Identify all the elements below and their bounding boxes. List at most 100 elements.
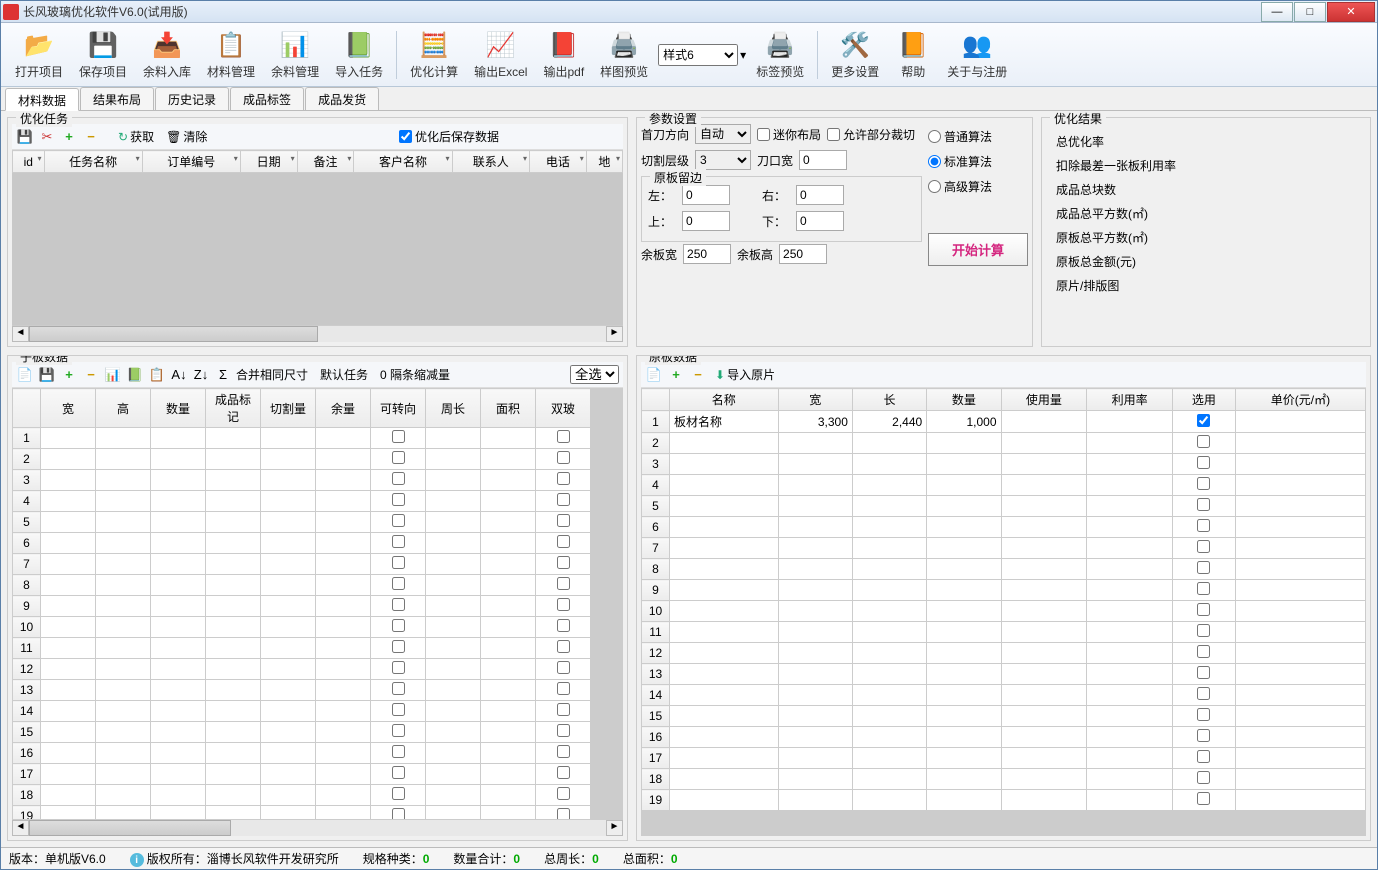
col-header[interactable]: 高 (96, 389, 151, 428)
col-header[interactable]: 日期▾ (240, 151, 297, 173)
table-row[interactable]: 17 (13, 764, 591, 785)
margin-top-input[interactable] (682, 211, 730, 231)
first-cut-select[interactable]: 自动 (695, 124, 751, 144)
table-row[interactable]: 12 (13, 659, 591, 680)
add-icon[interactable]: + (667, 366, 685, 384)
table-row[interactable]: 7 (13, 554, 591, 575)
orig-grid[interactable]: 名称宽长数量使用量利用率选用单价(元/㎡)1板材名称3,3002,4401,00… (641, 388, 1366, 811)
kerf-input[interactable] (799, 150, 847, 170)
tab-3[interactable]: 成品标签 (230, 87, 304, 110)
margin-left-input[interactable] (682, 185, 730, 205)
col-header[interactable]: 长 (852, 389, 926, 411)
sub-hscrollbar[interactable]: ◄► (12, 819, 623, 836)
close-button[interactable]: ✕ (1327, 2, 1375, 22)
table-row[interactable]: 13 (13, 680, 591, 701)
fetch-button[interactable]: ↻获取 (114, 128, 158, 145)
scrap-in-button[interactable]: 📥余料入库 (137, 27, 197, 82)
algo-standard-radio[interactable]: 标准算法 (928, 153, 1028, 170)
table-row[interactable]: 10 (13, 617, 591, 638)
table-row[interactable]: 1 (13, 428, 591, 449)
algo-advanced-radio[interactable]: 高级算法 (928, 178, 1028, 195)
col-header[interactable]: 利用率 (1087, 389, 1173, 411)
table-row[interactable]: 8 (13, 575, 591, 596)
col-header[interactable]: 任务名称▾ (44, 151, 142, 173)
col-header[interactable]: 联系人▾ (452, 151, 529, 173)
col-header[interactable]: 周长 (426, 389, 481, 428)
preview-label-button[interactable]: 🖨️标签预览 (750, 27, 810, 82)
table-row[interactable]: 6 (13, 533, 591, 554)
cut-levels-select[interactable]: 3 (695, 150, 751, 170)
scrap-manage-button[interactable]: 📊余料管理 (265, 27, 325, 82)
sub-grid[interactable]: 宽高数量成品标记切割量余量可转向周长面积双玻123456789101112131… (12, 388, 591, 819)
tab-4[interactable]: 成品发货 (305, 87, 379, 110)
tab-1[interactable]: 结果布局 (80, 87, 154, 110)
col-header[interactable]: 可转向 (371, 389, 426, 428)
export-pdf-button[interactable]: 📕输出pdf (537, 27, 590, 82)
add-icon[interactable]: + (60, 128, 78, 146)
table-row[interactable]: 15 (642, 706, 1366, 727)
table-row[interactable]: 16 (13, 743, 591, 764)
add-icon[interactable]: + (60, 366, 78, 384)
table-row[interactable]: 9 (642, 580, 1366, 601)
col-header[interactable]: 客户名称▾ (354, 151, 452, 173)
col-header[interactable]: 面积 (481, 389, 536, 428)
remove-icon[interactable]: − (82, 366, 100, 384)
table-row[interactable]: 18 (13, 785, 591, 806)
table-row[interactable]: 8 (642, 559, 1366, 580)
col-header[interactable]: 切割量 (261, 389, 316, 428)
scrap-h-input[interactable] (779, 244, 827, 264)
sum-icon[interactable]: Σ (214, 366, 232, 384)
col-header[interactable]: 余量 (316, 389, 371, 428)
calculate-button[interactable]: 开始计算 (928, 233, 1028, 266)
table-row[interactable]: 10 (642, 601, 1366, 622)
table-row[interactable]: 6 (642, 517, 1366, 538)
col-header[interactable]: 电话▾ (529, 151, 586, 173)
export-icon[interactable]: 📗 (126, 366, 144, 384)
margin-bottom-input[interactable] (796, 211, 844, 231)
preview-sample-button[interactable]: 🖨️样图预览 (594, 27, 654, 82)
clear-button[interactable]: 🗑清除 (162, 128, 211, 145)
col-header[interactable]: 双玻 (536, 389, 591, 428)
sort-desc-icon[interactable]: Z↓ (192, 366, 210, 384)
table-row[interactable]: 17 (642, 748, 1366, 769)
style-select[interactable]: 样式6 (658, 44, 738, 66)
table-row[interactable]: 1板材名称3,3002,4401,000 (642, 411, 1366, 433)
col-header[interactable]: 选用 (1172, 389, 1235, 411)
mini-layout-checkbox[interactable]: 迷你布局 (757, 126, 821, 143)
table-row[interactable]: 2 (13, 449, 591, 470)
import-orig-button[interactable]: ⬇导入原片 (711, 366, 779, 383)
sort-asc-icon[interactable]: A↓ (170, 366, 188, 384)
save-project-button[interactable]: 💾保存项目 (73, 27, 133, 82)
col-header[interactable]: 成品标记 (206, 389, 261, 428)
import-task-button[interactable]: 📗导入任务 (329, 27, 389, 82)
table-row[interactable]: 18 (642, 769, 1366, 790)
table-row[interactable]: 3 (642, 454, 1366, 475)
table-row[interactable]: 13 (642, 664, 1366, 685)
table-row[interactable]: 5 (13, 512, 591, 533)
new-icon[interactable]: 📄 (645, 366, 663, 384)
allow-partial-checkbox[interactable]: 允许部分裁切 (827, 126, 915, 143)
table-row[interactable]: 19 (13, 806, 591, 820)
more-settings-button[interactable]: 🛠️更多设置 (825, 27, 885, 82)
about-button[interactable]: 👥关于与注册 (941, 27, 1013, 82)
cut-icon[interactable]: ✂ (38, 128, 56, 146)
maximize-button[interactable]: □ (1294, 2, 1326, 22)
algo-normal-radio[interactable]: 普通算法 (928, 128, 1028, 145)
save-after-opt-checkbox[interactable]: 优化后保存数据 (399, 128, 499, 145)
table-row[interactable]: 14 (642, 685, 1366, 706)
task-hscrollbar[interactable]: ◄► (12, 325, 623, 342)
scrap-w-input[interactable] (683, 244, 731, 264)
table-row[interactable]: 12 (642, 643, 1366, 664)
table-row[interactable]: 5 (642, 496, 1366, 517)
remove-icon[interactable]: − (689, 366, 707, 384)
table-row[interactable]: 4 (13, 491, 591, 512)
col-header[interactable]: 地▾ (586, 151, 622, 173)
material-manage-button[interactable]: 📋材料管理 (201, 27, 261, 82)
col-header[interactable]: 备注▾ (297, 151, 354, 173)
col-header[interactable]: 数量 (927, 389, 1001, 411)
table-row[interactable]: 19 (642, 790, 1366, 811)
table-row[interactable]: 11 (642, 622, 1366, 643)
save-icon[interactable]: 💾 (38, 366, 56, 384)
col-header[interactable]: 宽 (41, 389, 96, 428)
import-icon[interactable]: 📊 (104, 366, 122, 384)
